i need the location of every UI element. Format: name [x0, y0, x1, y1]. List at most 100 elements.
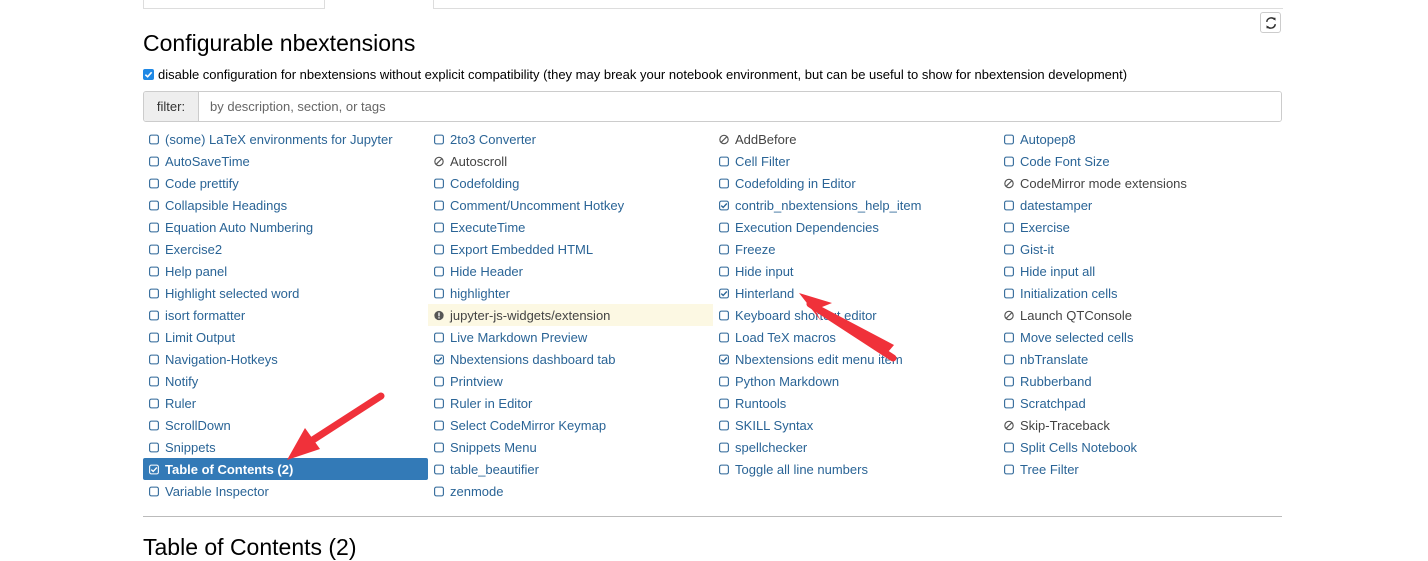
nbextension-item[interactable]: spellchecker: [713, 436, 998, 458]
filter-input[interactable]: [199, 92, 1281, 121]
checkbox-unchecked-icon: [1004, 134, 1014, 144]
refresh-button[interactable]: [1260, 12, 1281, 33]
nbextension-label: Autopep8: [1020, 131, 1076, 147]
nbextension-item[interactable]: Printview: [428, 370, 713, 392]
compat-checkbox-row[interactable]: disable configuration for nbextensions w…: [143, 66, 1127, 82]
nbextension-item[interactable]: Codefolding in Editor: [713, 172, 998, 194]
nbextension-item[interactable]: Ruler: [143, 392, 428, 414]
tab-left[interactable]: [143, 0, 325, 9]
nbextension-item[interactable]: Launch QTConsole: [998, 304, 1283, 326]
nbextension-label: highlighter: [450, 285, 510, 301]
nbextension-label: Codefolding in Editor: [735, 175, 856, 191]
page-title: Configurable nbextensions: [143, 30, 416, 56]
nbextension-item[interactable]: 2to3 Converter: [428, 128, 713, 150]
nbextension-item[interactable]: Gist-it: [998, 238, 1283, 260]
nbextension-item[interactable]: Runtools: [713, 392, 998, 414]
nbextension-item[interactable]: Move selected cells: [998, 326, 1283, 348]
nbextension-item[interactable]: Table of Contents (2): [143, 458, 428, 480]
nbextension-item[interactable]: Exercise: [998, 216, 1283, 238]
nbextension-item[interactable]: Navigation-Hotkeys: [143, 348, 428, 370]
nbextension-label: contrib_nbextensions_help_item: [735, 197, 922, 213]
nbextension-item[interactable]: Autopep8: [998, 128, 1283, 150]
nbextension-item[interactable]: Code Font Size: [998, 150, 1283, 172]
nbextension-item[interactable]: Snippets Menu: [428, 436, 713, 458]
nbextension-label: SKILL Syntax: [735, 417, 814, 433]
disabled-circle-icon: [434, 156, 444, 166]
nbextension-item[interactable]: Codefolding: [428, 172, 713, 194]
nbextension-item[interactable]: Skip-Traceback: [998, 414, 1283, 436]
nbextension-item[interactable]: Help panel: [143, 260, 428, 282]
warning-icon: [434, 310, 444, 320]
nbextension-item[interactable]: highlighter: [428, 282, 713, 304]
nbextension-item[interactable]: nbTranslate: [998, 348, 1283, 370]
nbextension-item[interactable]: AutoSaveTime: [143, 150, 428, 172]
nbextension-item[interactable]: Live Markdown Preview: [428, 326, 713, 348]
nbextension-item[interactable]: Ruler in Editor: [428, 392, 713, 414]
disabled-circle-icon: [719, 134, 729, 144]
nbextension-item[interactable]: datestamper: [998, 194, 1283, 216]
nbextension-item[interactable]: Nbextensions edit menu item: [713, 348, 998, 370]
checkbox-checked-icon: [434, 354, 444, 364]
nbextension-label: Load TeX macros: [735, 329, 836, 345]
nbextension-item[interactable]: Select CodeMirror Keymap: [428, 414, 713, 436]
nbextension-item[interactable]: SKILL Syntax: [713, 414, 998, 436]
nbextension-item[interactable]: Highlight selected word: [143, 282, 428, 304]
checkbox-unchecked-icon: [1004, 376, 1014, 386]
nbextension-item[interactable]: Snippets: [143, 436, 428, 458]
nbextension-item[interactable]: Exercise2: [143, 238, 428, 260]
nbextension-label: 2to3 Converter: [450, 131, 536, 147]
nbextension-item[interactable]: Collapsible Headings: [143, 194, 428, 216]
nbextension-item[interactable]: Scratchpad: [998, 392, 1283, 414]
checkbox-checked-icon[interactable]: [143, 68, 154, 80]
nbextension-label: Ruler in Editor: [450, 395, 533, 411]
nbextension-item[interactable]: Execution Dependencies: [713, 216, 998, 238]
nbextension-item[interactable]: (some) LaTeX environments for Jupyter: [143, 128, 428, 150]
nbextension-item[interactable]: ExecuteTime: [428, 216, 713, 238]
nbextension-item[interactable]: Rubberband: [998, 370, 1283, 392]
nbextension-item[interactable]: Limit Output: [143, 326, 428, 348]
nbextension-item[interactable]: Toggle all line numbers: [713, 458, 998, 480]
nbextension-item[interactable]: Hide Header: [428, 260, 713, 282]
checkbox-unchecked-icon: [149, 244, 159, 254]
nbextension-item[interactable]: Export Embedded HTML: [428, 238, 713, 260]
nbextension-item[interactable]: CodeMirror mode extensions: [998, 172, 1283, 194]
nbextension-label: Collapsible Headings: [165, 197, 288, 213]
nbextension-item[interactable]: Hide input all: [998, 260, 1283, 282]
nbextension-item[interactable]: Keyboard shortcut editor: [713, 304, 998, 326]
nbextension-item[interactable]: Equation Auto Numbering: [143, 216, 428, 238]
nbextension-label: Comment/Uncomment Hotkey: [450, 197, 625, 213]
nbextension-item[interactable]: AddBefore: [713, 128, 998, 150]
nbextension-item[interactable]: ScrollDown: [143, 414, 428, 436]
checkbox-unchecked-icon: [719, 376, 729, 386]
nbextension-item[interactable]: Autoscroll: [428, 150, 713, 172]
nbextension-item[interactable]: Nbextensions dashboard tab: [428, 348, 713, 370]
nbextension-item[interactable]: Comment/Uncomment Hotkey: [428, 194, 713, 216]
nbextension-item[interactable]: Load TeX macros: [713, 326, 998, 348]
nbextension-item[interactable]: contrib_nbextensions_help_item: [713, 194, 998, 216]
nbextension-item[interactable]: isort formatter: [143, 304, 428, 326]
nbextension-item[interactable]: Split Cells Notebook: [998, 436, 1283, 458]
nbextension-label: Codefolding: [450, 175, 520, 191]
nbextension-item[interactable]: Code prettify: [143, 172, 428, 194]
nbextension-item[interactable]: Hinterland: [713, 282, 998, 304]
nbextension-label: ScrollDown: [165, 417, 231, 433]
section-title: Table of Contents (2): [143, 534, 357, 560]
disabled-circle-icon: [1004, 420, 1014, 430]
nbextension-item[interactable]: Variable Inspector: [143, 480, 428, 502]
checkbox-unchecked-icon: [1004, 244, 1014, 254]
nbextension-item[interactable]: Cell Filter: [713, 150, 998, 172]
nbextension-item[interactable]: Initialization cells: [998, 282, 1283, 304]
nbextension-item[interactable]: Freeze: [713, 238, 998, 260]
disabled-circle-icon: [1004, 178, 1014, 188]
nbextension-label: AutoSaveTime: [165, 153, 250, 169]
nbextension-item[interactable]: jupyter-js-widgets/extension: [428, 304, 713, 326]
nbextension-item[interactable]: Hide input: [713, 260, 998, 282]
nbextension-item[interactable]: Python Markdown: [713, 370, 998, 392]
nbextension-item[interactable]: Notify: [143, 370, 428, 392]
nbextension-label: Table of Contents (2): [165, 461, 294, 477]
nbextension-item[interactable]: zenmode: [428, 480, 713, 502]
checkbox-unchecked-icon: [149, 332, 159, 342]
nbextension-label: Ruler: [165, 395, 197, 411]
nbextension-item[interactable]: table_beautifier: [428, 458, 713, 480]
nbextension-item[interactable]: Tree Filter: [998, 458, 1283, 480]
